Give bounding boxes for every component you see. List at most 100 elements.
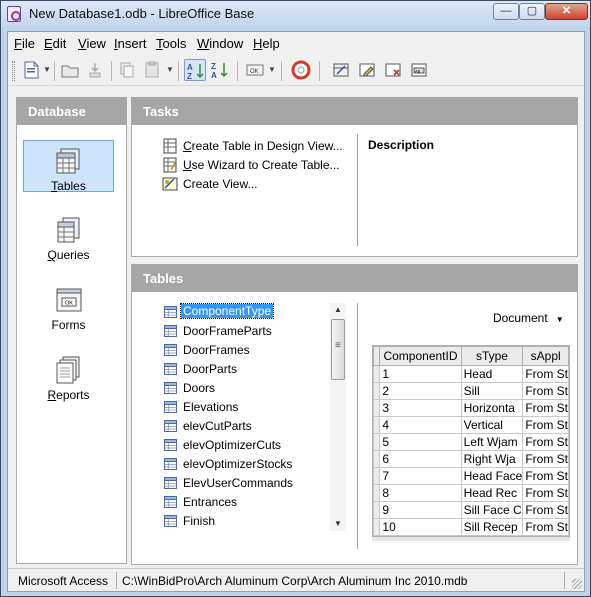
grid-cell[interactable]: 7 — [379, 467, 462, 485]
table-list-item[interactable]: Elevations — [162, 398, 342, 417]
grid-cell[interactable]: 3 — [379, 399, 462, 417]
grid-cell[interactable]: 5 — [379, 433, 462, 451]
table-list-item[interactable]: elevOptimizerCuts — [162, 436, 342, 455]
database-item-queries[interactable]: Queries — [23, 210, 114, 262]
grid-cell[interactable]: From St — [522, 365, 569, 383]
table-list-item[interactable]: Doors — [162, 379, 342, 398]
grid-row[interactable]: 6 Right Wja From St — [373, 450, 569, 468]
grid-column-header[interactable]: ComponentID — [379, 346, 462, 366]
grid-row[interactable]: 1 Head From St — [373, 365, 569, 383]
delete-icon[interactable] — [382, 59, 404, 81]
grid-cell[interactable]: Right Wja — [460, 450, 524, 468]
toolbar-separator — [178, 61, 179, 81]
scroll-thumb[interactable] — [331, 319, 345, 380]
save-icon[interactable] — [84, 59, 106, 81]
help-lifebuoy-icon[interactable] — [290, 59, 312, 81]
grid-row[interactable]: 3 Horizonta From St — [373, 399, 569, 417]
preview-hscrollbar[interactable] — [372, 537, 570, 541]
table-list-item[interactable]: elevCutParts — [162, 417, 342, 436]
form-control-dropdown-icon[interactable]: ▼ — [268, 65, 276, 74]
grid-cell[interactable]: Head Rec — [460, 484, 524, 502]
grid-row[interactable]: 7 Head Face From St — [373, 467, 569, 485]
grid-cell[interactable]: Vertical — [460, 416, 524, 434]
grid-cell[interactable]: Head Face — [460, 467, 524, 485]
grid-cell[interactable]: From St — [522, 501, 569, 519]
menu-file[interactable]: File — [14, 36, 35, 51]
rename-icon[interactable]: AB — [408, 59, 430, 81]
close-button[interactable]: ✕ — [545, 3, 588, 20]
grid-row[interactable]: 8 Head Rec From St — [373, 484, 569, 502]
table-list-item[interactable]: ComponentType — [162, 303, 342, 322]
table-name: DoorFrames — [183, 343, 250, 357]
svg-text:OK: OK — [65, 301, 73, 307]
grid-cell[interactable]: Left Wjam — [460, 433, 524, 451]
menu-view[interactable]: View — [78, 36, 106, 51]
table-list-item[interactable]: Entrances — [162, 493, 342, 512]
resize-grip-icon[interactable] — [572, 579, 582, 589]
sort-descending-icon[interactable]: ZA — [209, 59, 231, 81]
grid-cell[interactable]: 4 — [379, 416, 462, 434]
grid-row[interactable]: 9 Sill Face C From St — [373, 501, 569, 519]
table-list-item[interactable]: elevOptimizerStocks — [162, 455, 342, 474]
grid-cell[interactable]: From St — [522, 484, 569, 502]
grid-cell[interactable]: 1 — [379, 365, 462, 383]
grid-cell[interactable]: From St — [522, 433, 569, 451]
grid-cell[interactable]: Head — [460, 365, 524, 383]
copy-icon[interactable] — [116, 59, 138, 81]
paste-icon[interactable] — [141, 59, 163, 81]
grid-cell[interactable]: From St — [522, 518, 569, 536]
grid-cell[interactable]: Sill Recep — [460, 518, 524, 536]
grid-row[interactable]: 10 Sill Recep From St — [373, 518, 569, 536]
table-list-item[interactable]: ElevUserCommands — [162, 474, 342, 493]
svg-text:A: A — [187, 63, 193, 72]
window-title: New Database1.odb - LibreOffice Base — [29, 6, 255, 21]
paste-dropdown-icon[interactable]: ▼ — [166, 65, 174, 74]
new-document-icon[interactable] — [20, 59, 42, 81]
sort-ascending-icon[interactable]: AZ — [184, 59, 206, 81]
form-control-icon[interactable]: OK — [244, 59, 266, 81]
grid-cell[interactable]: 9 — [379, 501, 462, 519]
table-list-item[interactable]: DoorParts — [162, 360, 342, 379]
grid-cell[interactable]: 10 — [379, 518, 462, 536]
menu-window[interactable]: Window — [197, 36, 243, 51]
grid-cell[interactable]: 6 — [379, 450, 462, 468]
database-item-forms[interactable]: OK Forms — [23, 280, 114, 332]
menu-help[interactable]: Help — [253, 36, 280, 51]
open-folder-icon[interactable] — [59, 59, 81, 81]
grid-cell[interactable]: 8 — [379, 484, 462, 502]
grid-cell[interactable]: 2 — [379, 382, 462, 400]
grid-column-header[interactable]: sAppl — [522, 346, 569, 366]
scroll-up-icon[interactable]: ▲ — [330, 303, 346, 317]
table-list-item[interactable]: Finish — [162, 512, 342, 531]
edit-icon[interactable] — [356, 59, 378, 81]
toolbar-grip[interactable] — [12, 61, 15, 81]
preview-mode-dropdown[interactable]: Document ▼ — [493, 311, 564, 325]
menu-insert[interactable]: Insert — [114, 36, 147, 51]
new-dropdown-icon[interactable]: ▼ — [43, 65, 51, 74]
menu-edit[interactable]: Edit — [44, 36, 66, 51]
grid-cell[interactable]: Sill Face C — [460, 501, 524, 519]
grid-cell[interactable]: From St — [522, 450, 569, 468]
grid-cell[interactable]: Sill — [460, 382, 524, 400]
grid-cell[interactable]: From St — [522, 382, 569, 400]
grid-row[interactable]: 5 Left Wjam From St — [373, 433, 569, 451]
grid-cell[interactable]: Horizonta — [460, 399, 524, 417]
table-list-item[interactable]: DoorFrameParts — [162, 322, 342, 341]
minimize-button[interactable]: — — [493, 3, 519, 20]
grid-cell[interactable]: From St — [522, 416, 569, 434]
menu-tools[interactable]: Tools — [156, 36, 186, 51]
database-item-reports[interactable]: Reports — [23, 350, 114, 402]
grid-column-header[interactable]: sType — [460, 346, 524, 366]
table-list-scrollbar[interactable]: ▲ ▼ — [330, 303, 346, 531]
open-database-object-icon[interactable] — [330, 59, 352, 81]
grid-cell[interactable]: From St — [522, 467, 569, 485]
scroll-down-icon[interactable]: ▼ — [330, 517, 346, 531]
grid-row[interactable]: 2 Sill From St — [373, 382, 569, 400]
grid-row[interactable]: 4 Vertical From St — [373, 416, 569, 434]
table-preview-grid[interactable]: ComponentID sType sAppl 1 Head From St 2 Sill F… — [372, 345, 570, 537]
maximize-button[interactable]: ▢ — [519, 3, 545, 20]
table-list-item[interactable]: DoorFrames — [162, 341, 342, 360]
dropdown-caret-icon: ▼ — [555, 315, 564, 324]
grid-cell[interactable]: From St — [522, 399, 569, 417]
database-item-tables[interactable]: Tables — [23, 140, 114, 193]
